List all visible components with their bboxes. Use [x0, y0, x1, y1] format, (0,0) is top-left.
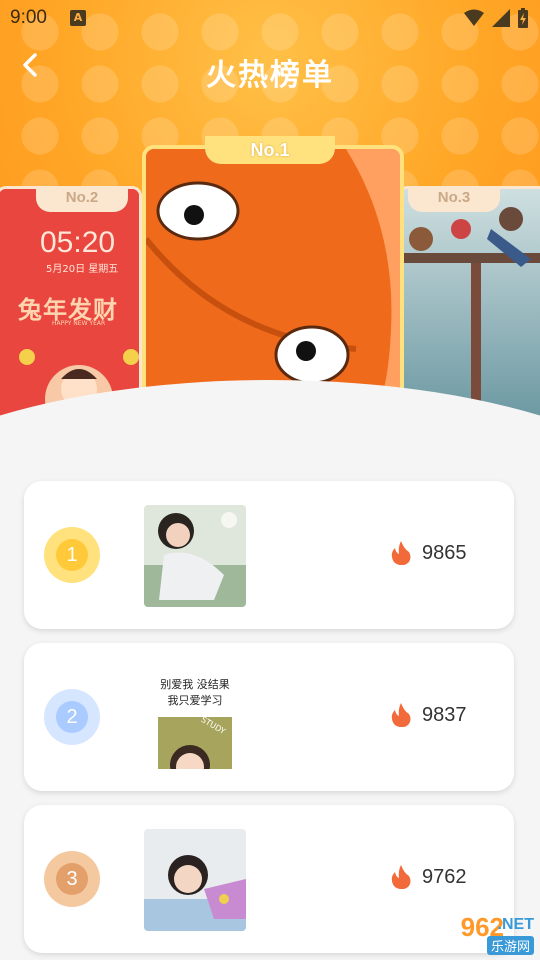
medal-rank: 2 [56, 701, 88, 733]
fire-icon [391, 865, 411, 889]
wallpaper-subline: HAPPY NEW YEAR [52, 320, 106, 327]
wifi-icon [464, 9, 484, 26]
rank-tab-1: No.1 [205, 136, 335, 164]
status-icons [464, 8, 528, 28]
heat-value: 9865 [422, 541, 467, 564]
gold-medal-icon: 1 [44, 527, 100, 583]
thumbnail-caption-line-2: 我只爱学习 [167, 694, 223, 707]
rank-tab-2: No.2 [36, 186, 128, 212]
heat-score: 9762 [390, 865, 467, 889]
wallpaper-time: 05:20 [40, 226, 116, 259]
thumbnail-caption-line-1: 别爱我 没结果 [160, 678, 230, 691]
fire-icon [391, 541, 411, 565]
heat-value: 9762 [422, 865, 467, 888]
rank-tab-3: No.3 [408, 186, 500, 212]
ranking-row-2[interactable]: 2 别爱我 没结果 我只爱学习 STUDY 9837 [24, 643, 514, 791]
medal-rank: 3 [56, 863, 88, 895]
watermark-domain: .NET [497, 916, 534, 933]
thumbnail-caption: 别爱我 没结果 我只爱学习 [144, 677, 246, 709]
wallpaper-thumbnail[interactable] [144, 829, 246, 931]
signal-icon [492, 9, 510, 27]
wallpaper-date: 5月20日 星期五 [46, 264, 119, 275]
status-bar: 9:00 A [0, 0, 540, 36]
girl-flowers-photo-thumbnail [144, 829, 246, 931]
site-watermark: 962 .NET 乐游网 [404, 910, 534, 956]
app-notification-icon: A [70, 10, 86, 26]
girl-photo-thumbnail [144, 505, 246, 607]
heat-score: 9837 [390, 703, 467, 727]
page-title: 火热榜单 [206, 58, 334, 93]
ranking-row-1[interactable]: 1 9865 [24, 481, 514, 629]
bronze-medal-icon: 3 [44, 851, 100, 907]
watermark-site-name: 乐游网 [486, 936, 534, 955]
status-time: 9:00 [10, 7, 47, 28]
wallpaper-thumbnail[interactable] [144, 505, 246, 607]
silver-medal-icon: 2 [44, 689, 100, 745]
heat-score: 9865 [390, 541, 467, 565]
fire-icon [391, 703, 411, 727]
medal-rank: 1 [56, 539, 88, 571]
battery-icon [518, 8, 528, 28]
heat-value: 9837 [422, 703, 467, 726]
wallpaper-thumbnail[interactable]: 别爱我 没结果 我只爱学习 STUDY [144, 667, 246, 769]
